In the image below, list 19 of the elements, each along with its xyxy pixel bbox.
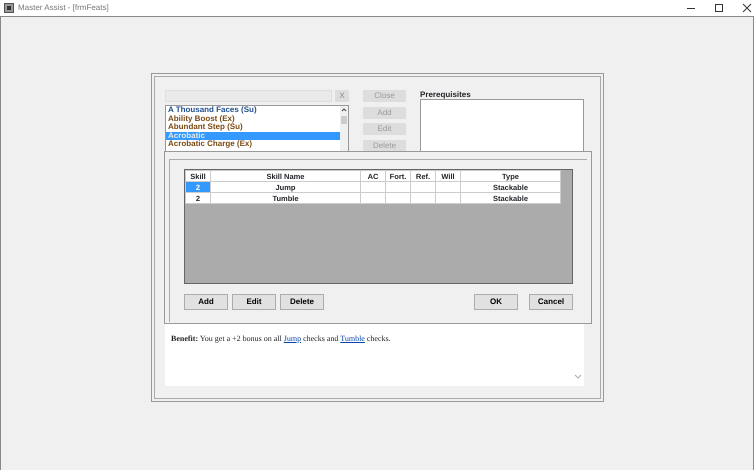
benefit-text: Benefit: You get a +2 bonus on all Jump checks and Tumble checks. xyxy=(171,333,392,345)
dialog-button[interactable]: OK xyxy=(474,294,518,310)
feat-list-item[interactable]: A Thousand Faces (Su) xyxy=(166,106,340,114)
dialog-button[interactable]: Cancel xyxy=(529,294,573,310)
feat-list-item[interactable]: Acrobatic Charge (Ex) xyxy=(166,140,340,148)
dialog-button[interactable]: Delete xyxy=(280,294,324,310)
benefit-link[interactable]: Tumble xyxy=(340,334,365,343)
feat-list-item[interactable]: Ability Boost (Ex) xyxy=(166,114,340,123)
app-icon xyxy=(4,3,14,13)
benefit-link[interactable]: Jump xyxy=(284,334,302,343)
dialog-button[interactable]: Edit xyxy=(232,294,276,310)
maximize-icon[interactable] xyxy=(714,3,724,13)
prerequisites-label: Prerequisites xyxy=(420,90,472,99)
scroll-up-icon[interactable] xyxy=(341,107,347,113)
dialog-button[interactable]: Add xyxy=(184,294,228,310)
scrollbar-thumb[interactable] xyxy=(341,116,347,124)
feat-list-item[interactable]: Abundant Step (Su) xyxy=(166,123,340,132)
close-icon[interactable] xyxy=(742,3,752,13)
window-title: Master Assist - [frmFeats] xyxy=(18,2,109,14)
